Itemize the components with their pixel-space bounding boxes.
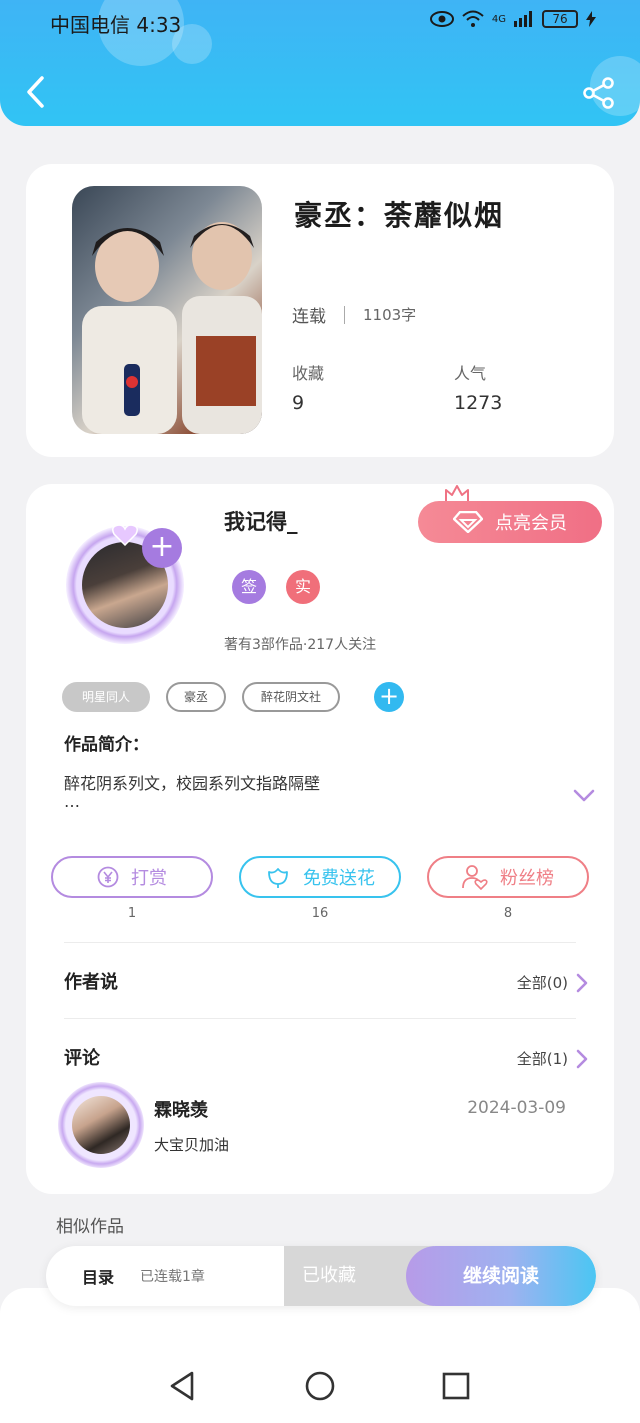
cover-art: [82, 222, 262, 434]
comments-all-label: 全部(1): [516, 1050, 568, 1068]
continue-reading-button[interactable]: 继续阅读: [406, 1246, 596, 1306]
popularity-value: 1273: [454, 392, 503, 414]
tag-item[interactable]: 豪丞: [166, 682, 226, 712]
tag-item[interactable]: 醉花阴文社: [242, 682, 340, 712]
author-says-all-link[interactable]: 全部(0): [517, 972, 588, 993]
vip-button-label: 点亮会员: [495, 513, 567, 534]
tip-button[interactable]: 打赏: [51, 856, 213, 898]
eye-icon: [429, 11, 454, 27]
network-type: 4G: [491, 13, 506, 25]
author-stats: 著有3部作品·217人关注: [224, 637, 377, 653]
fan-count: 8: [503, 906, 513, 921]
send-flower-button[interactable]: 免费送花: [239, 856, 401, 898]
author-card: + 我记得_ 点亮会员 签 实 著有3部作品·217人关注 明星同人 豪丞 醉花…: [26, 484, 614, 1194]
book-info-card: 豪丞：荼蘼似烟 连载 1103字 收藏 9 人气 1273: [26, 164, 614, 457]
carrier-time: 中国电信 4:33: [50, 13, 182, 37]
charging-icon: [586, 11, 596, 27]
tag-item[interactable]: 明星同人: [62, 682, 150, 712]
section-divider: [64, 942, 576, 943]
chevron-right-icon: [576, 973, 588, 992]
author-name: 我记得_: [224, 509, 298, 534]
header-bar: 中国电信 4:33 4G 76: [0, 0, 640, 126]
word-count: 1103字: [363, 306, 417, 324]
book-meta: 连载 1103字: [292, 302, 416, 327]
flower-count: 16: [311, 906, 329, 921]
comment-text: 大宝贝加油: [154, 1136, 230, 1154]
intro-text: 醉花阴系列文，校园系列文指路隔壁: [64, 774, 321, 793]
battery-indicator: 76: [542, 10, 578, 28]
share-icon[interactable]: [582, 76, 616, 110]
popularity-label: 人气: [454, 364, 487, 383]
author-says-title: 作者说: [64, 972, 118, 993]
comment-date: 2024-03-09: [467, 1098, 566, 1118]
tip-label: 打赏: [131, 868, 167, 889]
chapter-info[interactable]: 已连载1章: [140, 1266, 205, 1286]
back-arrow-icon[interactable]: [22, 74, 52, 110]
nav-recents-icon[interactable]: [440, 1370, 472, 1402]
signal-icon: [514, 11, 532, 27]
similar-works-title: 相似作品: [56, 1217, 124, 1237]
comments-all-link[interactable]: 全部(1): [517, 1048, 588, 1069]
add-tag-button[interactable]: +: [374, 682, 404, 712]
activate-vip-button[interactable]: 点亮会员: [418, 501, 602, 543]
collected-label: 已收藏: [302, 1265, 356, 1286]
diamond-icon: [453, 511, 483, 533]
fan-ranking-button[interactable]: 粉丝榜: [427, 856, 589, 898]
favorites-label: 收藏: [292, 364, 325, 383]
book-status: 连载: [292, 307, 326, 327]
author-says-all-label: 全部(0): [516, 974, 568, 992]
status-bar: 中国电信 4:33 4G 76: [0, 0, 640, 42]
signed-badge: 签: [232, 570, 266, 604]
meta-divider: [344, 305, 345, 324]
wifi-icon: [462, 10, 484, 27]
follow-author-button[interactable]: +: [142, 528, 182, 568]
toc-button[interactable]: 目录: [82, 1264, 114, 1288]
intro-label: 作品简介：: [64, 735, 149, 755]
status-icons: 4G 76: [429, 10, 596, 28]
comments-title: 评论: [64, 1048, 100, 1069]
tip-count: 1: [127, 906, 137, 921]
yen-coin-icon: [97, 866, 119, 888]
user-heart-icon: [462, 865, 488, 890]
chevron-right-icon: [576, 1049, 588, 1068]
send-flower-label: 免费送花: [303, 868, 375, 889]
favorites-value: 9: [292, 392, 305, 414]
book-cover-image[interactable]: [72, 186, 262, 434]
verified-badge: 实: [286, 570, 320, 604]
flower-icon: [268, 868, 288, 888]
fan-ranking-label: 粉丝榜: [500, 868, 554, 889]
expand-chevron-icon[interactable]: [572, 788, 596, 804]
commenter-avatar-image: [72, 1096, 130, 1154]
heart-icon: [112, 524, 138, 546]
system-nav-bar: [0, 1350, 640, 1423]
commenter-avatar[interactable]: [58, 1082, 144, 1168]
commenter-name[interactable]: 霖晓羡: [154, 1096, 208, 1122]
reading-action-bar: 目录 已连载1章 已收藏 继续阅读: [46, 1246, 596, 1306]
book-title: 豪丞：荼蘼似烟: [294, 199, 505, 232]
intro-ellipsis: …: [64, 792, 80, 811]
nav-back-icon[interactable]: [166, 1370, 198, 1402]
nav-home-icon[interactable]: [304, 1370, 336, 1402]
section-divider: [64, 1018, 576, 1019]
